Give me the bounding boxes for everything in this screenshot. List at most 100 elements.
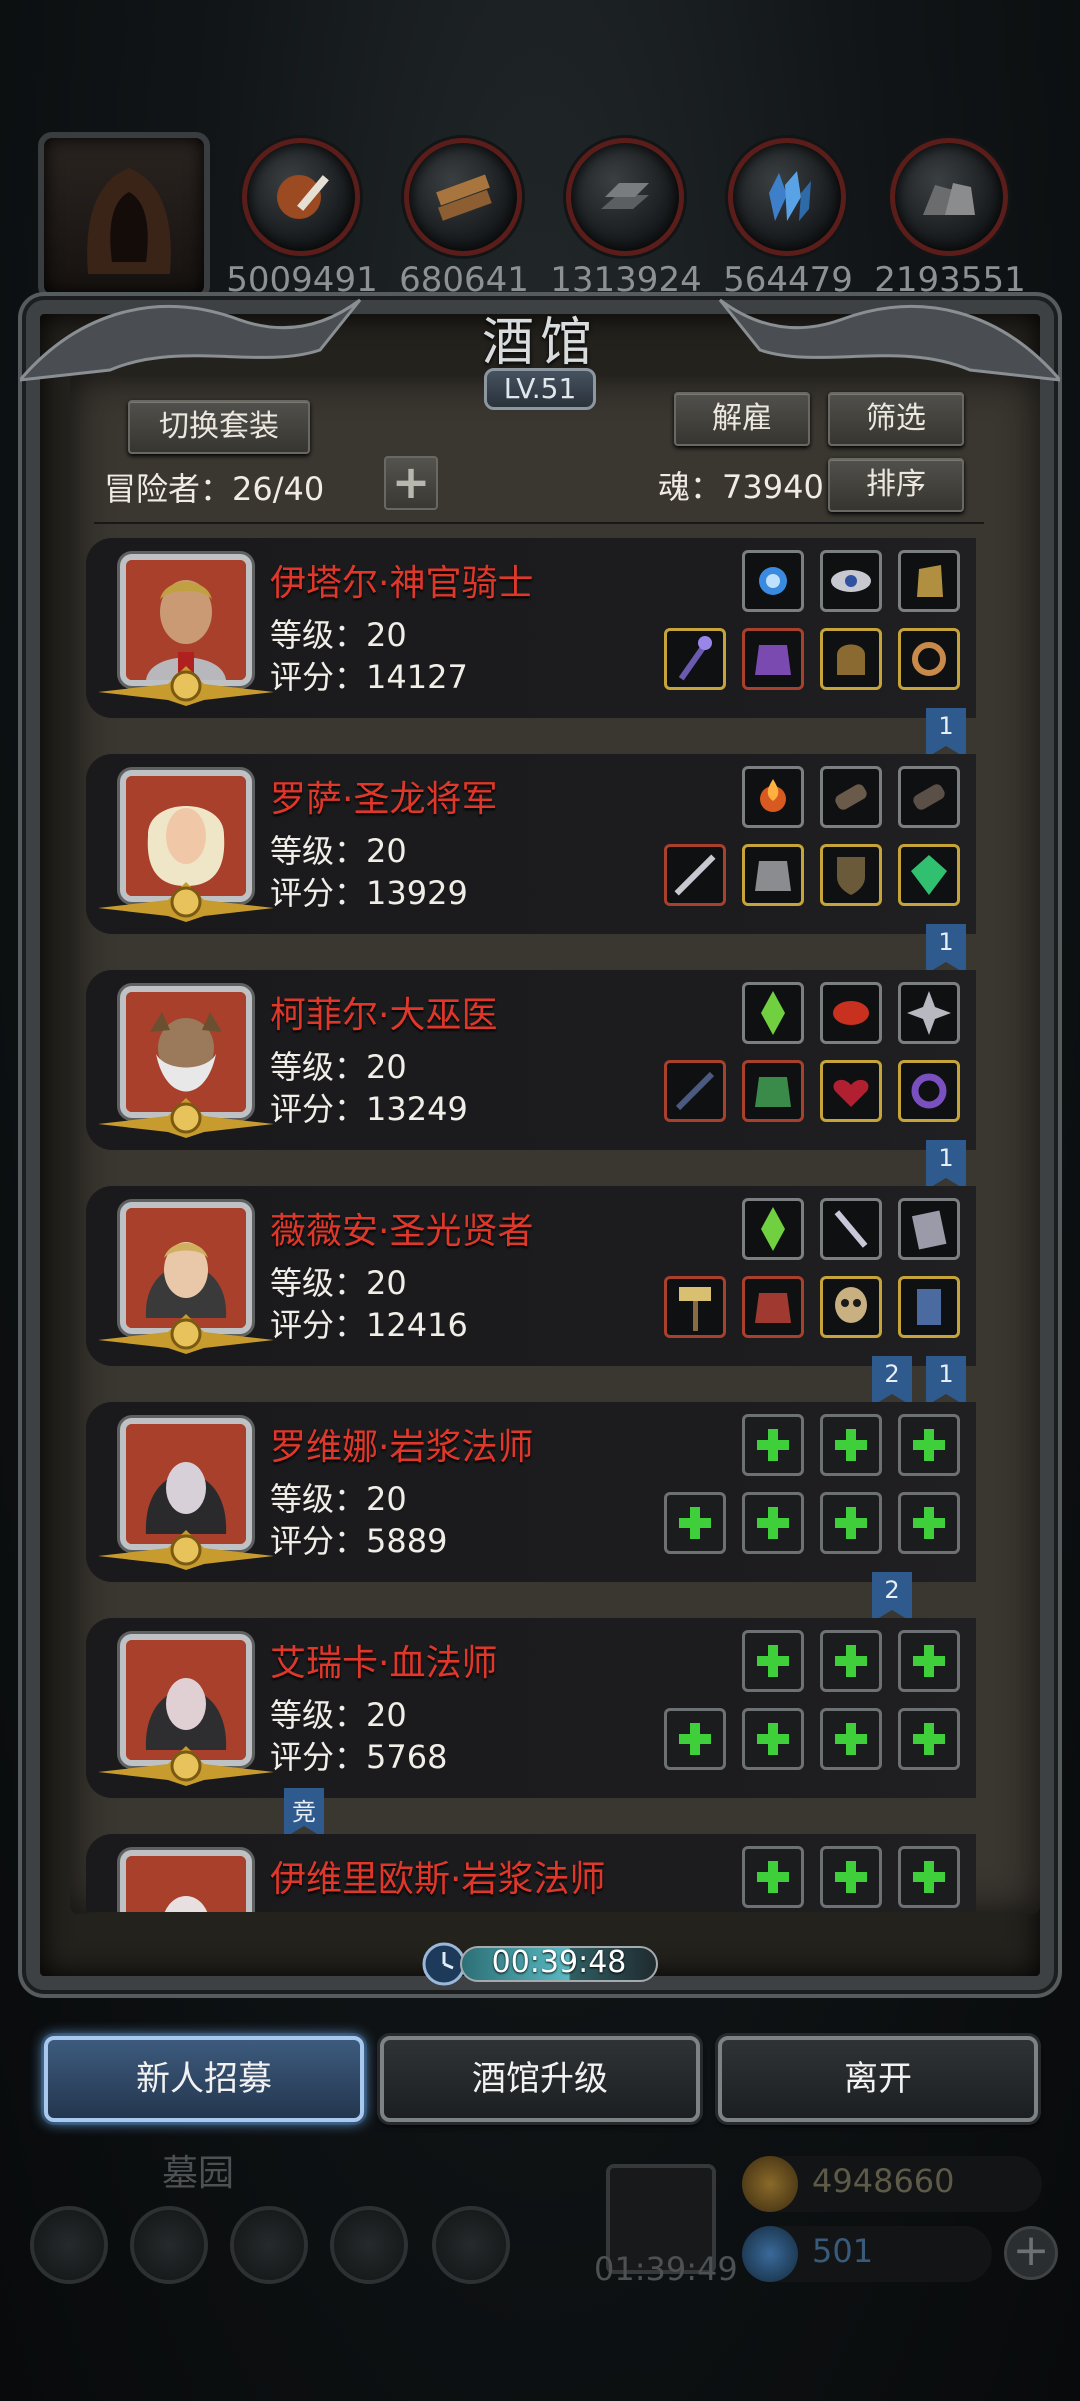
team-ribbon: 1 (926, 708, 966, 758)
building-icon[interactable] (230, 2206, 308, 2284)
staff-icon[interactable] (664, 628, 726, 690)
iron-icon[interactable] (566, 138, 684, 256)
gold-value: 4948660 (812, 2162, 955, 2200)
shop-icon[interactable] (432, 2206, 510, 2284)
sort-button[interactable]: 排序 (828, 458, 964, 512)
add-equipment-icon[interactable] (742, 1846, 804, 1908)
bracer-icon[interactable] (898, 766, 960, 828)
rank-emblem-icon (98, 1098, 274, 1138)
rank-emblem-icon (98, 1530, 274, 1570)
team-number: 1 (938, 928, 954, 956)
filter-button[interactable]: 筛选 (828, 392, 964, 446)
armor-icon[interactable] (742, 628, 804, 690)
ring-icon[interactable] (898, 1060, 960, 1122)
hammer-icon[interactable] (664, 1276, 726, 1338)
adventurer-card[interactable]: 薇薇安·圣光贤者 等级：20 评分：12416 (86, 1186, 976, 1366)
arena-ribbon: 竞 (284, 1788, 324, 1838)
add-equipment-icon[interactable] (898, 1492, 960, 1554)
adventurer-name: 薇薇安·圣光贤者 (270, 1211, 534, 1252)
rank-emblem-icon (98, 882, 274, 922)
ring-icon[interactable] (898, 628, 960, 690)
adventurer-score: 评分：13929 (270, 874, 468, 912)
wood-value: 680641 (399, 260, 529, 300)
add-equipment-icon[interactable] (820, 1492, 882, 1554)
add-armor-icon[interactable] (742, 1492, 804, 1554)
crystal-icon[interactable] (728, 138, 846, 256)
stone-icon[interactable] (890, 138, 1008, 256)
adventurer-name: 柯菲尔·大巫医 (270, 995, 498, 1036)
upgrade-tavern-button[interactable]: 酒馆升级 (380, 2036, 700, 2122)
green-crystal-icon[interactable] (742, 982, 804, 1044)
add-weapon-icon[interactable] (664, 1708, 726, 1770)
adventurer-card[interactable]: 柯菲尔·大巫医 等级：20 评分：13249 (86, 970, 976, 1150)
gem-icon[interactable] (898, 844, 960, 906)
team-number: 2 (884, 1360, 900, 1388)
shield-icon[interactable] (820, 844, 882, 906)
adventurer-level: 等级：20 (270, 1696, 407, 1734)
meat-icon[interactable] (242, 138, 360, 256)
adventurer-card[interactable]: 艾瑞卡·血法师 等级：20 评分：5768 (86, 1618, 976, 1798)
settings-icon[interactable] (30, 2206, 108, 2284)
armor-icon[interactable] (742, 1060, 804, 1122)
add-equipment-icon[interactable] (820, 1630, 882, 1692)
spiked-charm-icon[interactable] (898, 982, 960, 1044)
add-gems-button[interactable]: + (1004, 2226, 1058, 2280)
adventurer-list[interactable]: 伊塔尔·神官骑士 等级：20 评分：14127 1 罗萨·圣龙将军 等级：20 … (86, 538, 976, 1912)
helmet-icon[interactable] (820, 628, 882, 690)
gift-timer: 01:39:49 (594, 2250, 738, 2288)
tome-icon[interactable] (898, 1198, 960, 1260)
wood-icon[interactable] (404, 138, 522, 256)
adventurer-card[interactable]: 罗维娜·岩浆法师 等级：20 评分：5889 (86, 1402, 976, 1582)
add-equipment-icon[interactable] (898, 1630, 960, 1692)
green-crystal-icon[interactable] (742, 1198, 804, 1260)
bracer-icon[interactable] (820, 766, 882, 828)
star-icon[interactable] (130, 2206, 208, 2284)
adventurer-card[interactable]: 伊维里欧斯·岩浆法师 (86, 1834, 976, 1912)
leave-button[interactable]: 离开 (718, 2036, 1038, 2122)
add-equipment-icon[interactable] (898, 1414, 960, 1476)
adventurer-card[interactable]: 罗萨·圣龙将军 等级：20 评分：13929 (86, 754, 976, 934)
armor-piece-icon[interactable] (898, 1276, 960, 1338)
rank-emblem-icon (98, 1314, 274, 1354)
tavern-level-badge: LV.51 (484, 368, 596, 410)
add-equipment-icon[interactable] (898, 1708, 960, 1770)
mail-icon[interactable] (330, 2206, 408, 2284)
adventurer-count: 冒险者：26/40 (104, 470, 325, 508)
portrait-avatar[interactable] (120, 1850, 252, 1912)
recruit-button[interactable]: 新人招募 (44, 2036, 364, 2122)
adventurer-level: 等级：20 (270, 1048, 407, 1086)
armor-icon[interactable] (742, 1276, 804, 1338)
add-equipment-icon[interactable] (820, 1708, 882, 1770)
gold-coin-icon (742, 2156, 798, 2212)
adventurer-score: 评分：14127 (270, 658, 468, 696)
add-equipment-icon[interactable] (898, 1846, 960, 1908)
adventurer-name: 伊维里欧斯·岩浆法师 (270, 1859, 606, 1900)
gauntlet-icon[interactable] (898, 550, 960, 612)
adventurer-card[interactable]: 伊塔尔·神官骑士 等级：20 评分：14127 (86, 538, 976, 718)
add-equipment-icon[interactable] (742, 1630, 804, 1692)
armor-icon[interactable] (742, 844, 804, 906)
eye-amulet-icon[interactable] (820, 550, 882, 612)
red-stone-icon[interactable] (820, 982, 882, 1044)
switch-outfit-button[interactable]: 切换套装 (128, 400, 310, 454)
staff-icon[interactable] (664, 1060, 726, 1122)
add-armor-icon[interactable] (742, 1708, 804, 1770)
skull-mask-icon[interactable] (820, 1276, 882, 1338)
heart-amulet-icon[interactable] (820, 1060, 882, 1122)
sword-icon[interactable] (664, 844, 726, 906)
add-weapon-icon[interactable] (664, 1492, 726, 1554)
recruit-timer: 00:39:48 (420, 1940, 660, 1988)
soul-count: 魂：73940 (658, 468, 824, 506)
orb-icon[interactable] (742, 550, 804, 612)
timer-text: 00:39:48 (491, 1945, 627, 1980)
gold-display: 4948660 (742, 2156, 1042, 2212)
add-equipment-icon[interactable] (742, 1414, 804, 1476)
dismiss-button[interactable]: 解雇 (674, 392, 810, 446)
expand-capacity-button[interactable]: + (384, 456, 438, 510)
adventurer-name: 罗维娜·岩浆法师 (270, 1427, 534, 1468)
dagger-icon[interactable] (820, 1198, 882, 1260)
team-ribbon: 1 (926, 924, 966, 974)
add-equipment-icon[interactable] (820, 1414, 882, 1476)
add-equipment-icon[interactable] (820, 1846, 882, 1908)
fire-orb-icon[interactable] (742, 766, 804, 828)
